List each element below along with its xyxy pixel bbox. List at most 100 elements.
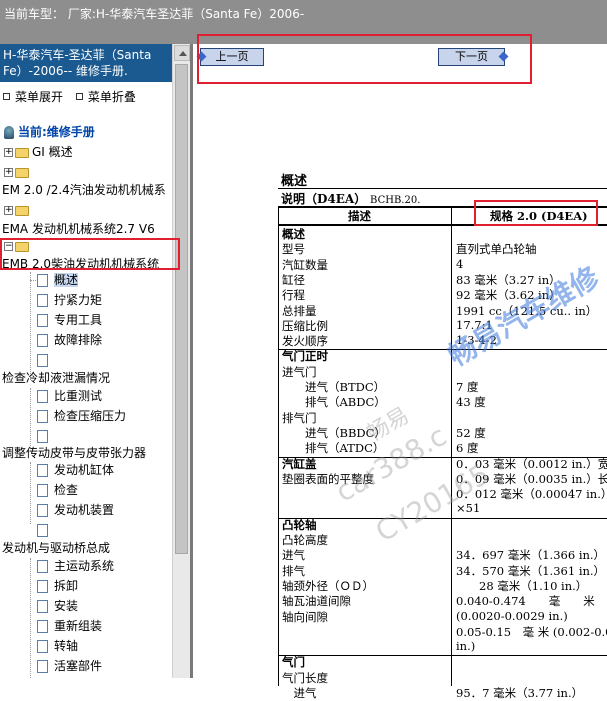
spec-desc-cell: 气门 xyxy=(282,655,305,670)
tree-page-item[interactable]: 拆卸 xyxy=(30,576,78,596)
spec-value-cell: 7 度 xyxy=(456,380,479,394)
page-icon xyxy=(37,410,48,423)
expand-icon[interactable]: + xyxy=(4,148,13,157)
spec-value-cell: 0．09 毫米（0.0035 in.）长度 xyxy=(456,471,607,486)
page-icon xyxy=(37,560,48,573)
tree-page-item[interactable]: 比重测试 xyxy=(30,386,102,406)
document-pane: 上一页 下一页 概述 说明（D4EA） BCHB.20. 描述 规格 2.0 (… xyxy=(190,44,607,700)
spec-desc-cell: 气门正时 xyxy=(282,349,328,364)
spec-value-cell: 17.7:1 xyxy=(456,317,493,332)
sidebar-scrollbar[interactable] xyxy=(172,44,190,678)
spec-value-cell: (0.0020-0.0029 in.) xyxy=(456,608,568,623)
spec-desc-cell: 行程 xyxy=(282,288,305,303)
spec-value-cell: 95．7 毫米（3.77 in.） xyxy=(456,686,584,700)
col-header-desc: 描述 xyxy=(348,209,371,223)
highlight-box-nav xyxy=(197,34,532,84)
page-icon xyxy=(37,504,48,517)
spec-desc-cell: 汽缸数量 xyxy=(282,257,328,272)
expand-icon[interactable]: + xyxy=(4,206,13,215)
page-icon xyxy=(37,274,48,287)
collapse-all-button[interactable]: 菜单折叠 xyxy=(73,88,136,105)
tree-page-item[interactable]: 故障排除 xyxy=(30,330,102,350)
spec-value-cell: 28 毫米（1.10 in.） xyxy=(456,578,588,593)
spec-desc-cell: 垫圈表面的平整度 xyxy=(282,471,374,486)
spec-value-cell: ×51 xyxy=(456,501,481,516)
page-icon xyxy=(37,524,48,537)
spec-desc-cell: 凸轮轴 xyxy=(282,517,317,532)
tree-page-item[interactable]: 检查压缩压力 xyxy=(30,406,126,426)
doc-heading: 概述 xyxy=(281,174,308,189)
spec-desc-cell: 凸轮高度 xyxy=(282,533,328,547)
spec-value-cell: 34．697 毫米（1.366 in.） xyxy=(456,548,606,563)
doc-subheading: 说明（D4EA） BCHB.20. xyxy=(281,192,421,206)
tree-page-item[interactable]: 检查 xyxy=(30,480,78,500)
menu-ops: 菜单展开 菜单折叠 xyxy=(0,88,172,105)
page-icon xyxy=(37,620,48,633)
tree-item-coolant[interactable]: 检查冷却液泄漏情况 xyxy=(2,368,110,388)
tree-page-item[interactable]: 活塞部件 xyxy=(30,656,102,676)
spec-desc-cell: 进气 xyxy=(282,548,305,563)
tree-page-item[interactable]: 转轴 xyxy=(30,636,78,656)
spec-desc-cell: 型号 xyxy=(282,242,305,257)
spec-desc-cell: 轴瓦油道间隙 xyxy=(282,594,351,609)
scroll-thumb[interactable] xyxy=(175,64,188,554)
spec-value-cell: 直列式单凸轮轴 xyxy=(456,242,537,257)
spec-desc-cell: 轴颈外径（ＯＤ） xyxy=(282,578,374,593)
spec-value-cell: 4 xyxy=(456,256,464,271)
spec-value-cell: 0．012 毫米（0.00047 in.）/5 xyxy=(456,487,607,502)
spec-value-cell: 34．570 毫米（1.361 in.） xyxy=(456,563,606,578)
expand-all-button[interactable]: 菜单展开 xyxy=(0,88,63,105)
folder-icon xyxy=(15,205,29,216)
tree-page-item[interactable]: 专用工具 xyxy=(30,310,102,330)
page-icon xyxy=(37,600,48,613)
tree-page-item[interactable]: 主运动系统 xyxy=(30,556,114,576)
spec-desc-cell: 排气（ABDC） xyxy=(282,395,386,410)
spec-desc-cell: 轴向间隙 xyxy=(282,609,328,624)
page-icon xyxy=(37,484,48,497)
sidebar-header: H-华泰汽车-圣达菲（Santa Fe）-2006-- 维修手册. xyxy=(0,44,172,82)
page-icon xyxy=(37,640,48,653)
highlight-box-spec xyxy=(474,200,598,226)
tree-item-gi[interactable]: + GI 概述 xyxy=(4,142,73,162)
tree-item-folder[interactable]: + xyxy=(4,200,32,220)
spec-value-cell: 1-3-4-2 xyxy=(456,333,497,348)
spec-value-cell: 0.05-0.15 毫 米 (0.002-0.00 xyxy=(456,624,607,639)
page-icon xyxy=(37,580,48,593)
spec-desc-cell: 缸径 xyxy=(282,272,305,287)
tree-page-item[interactable] xyxy=(30,350,54,370)
spec-value-cell: 83 毫米（3.27 in） xyxy=(456,272,561,287)
spec-desc-cell: 排气（ATDC） xyxy=(282,441,385,456)
tree-page-item[interactable]: 概述 xyxy=(30,270,79,290)
tree-current[interactable]: 当前:维修手册 xyxy=(4,122,95,142)
spec-desc-cell: 汽缸盖 xyxy=(282,456,317,471)
expand-icon[interactable]: + xyxy=(4,168,13,177)
tree-item-folder[interactable]: + xyxy=(4,162,32,182)
highlight-box-emb xyxy=(0,238,180,270)
spec-desc-cell: 进气门 xyxy=(282,364,317,379)
tree-page-item[interactable]: 发动机装置 xyxy=(30,500,114,520)
tree-page-item[interactable]: 重新组装 xyxy=(30,616,102,636)
page-icon xyxy=(37,464,48,477)
page-icon xyxy=(37,314,48,327)
tree-page-item[interactable]: 拧紧力矩 xyxy=(30,290,102,310)
tree-page-item[interactable]: 发动机缸体 xyxy=(30,460,114,480)
sidebar: H-华泰汽车-圣达菲（Santa Fe）-2006-- 维修手册. 菜单展开 菜… xyxy=(0,44,190,678)
spec-desc-cell: 概述 xyxy=(282,227,305,241)
tree-page-item[interactable]: 安装 xyxy=(30,596,78,616)
square-icon xyxy=(3,93,10,100)
folder-icon xyxy=(15,167,29,178)
page-icon xyxy=(37,430,48,443)
spec-desc-cell: 总排量 xyxy=(282,303,317,318)
spec-desc-cell: 排气门 xyxy=(282,410,317,425)
spec-value-cell: 1991 cc（121.5 cu.. in） xyxy=(456,303,598,318)
page-icon xyxy=(37,334,48,347)
spec-value-cell: 6 度 xyxy=(456,441,479,456)
spec-value-cell: in.) xyxy=(456,639,476,654)
spec-desc-cell: 进气 xyxy=(282,686,317,700)
folder-icon xyxy=(15,147,29,158)
scroll-up-arrow-icon[interactable] xyxy=(174,45,190,61)
tree-item-engine-transaxle[interactable]: 发动机与驱动桥总成 xyxy=(2,538,110,558)
tree-page-item[interactable] xyxy=(30,520,54,540)
tree-item-em[interactable]: EM 2.0 /2.4汽油发动机机械系 xyxy=(2,180,166,200)
spec-value-cell: 43 度 xyxy=(456,395,486,410)
